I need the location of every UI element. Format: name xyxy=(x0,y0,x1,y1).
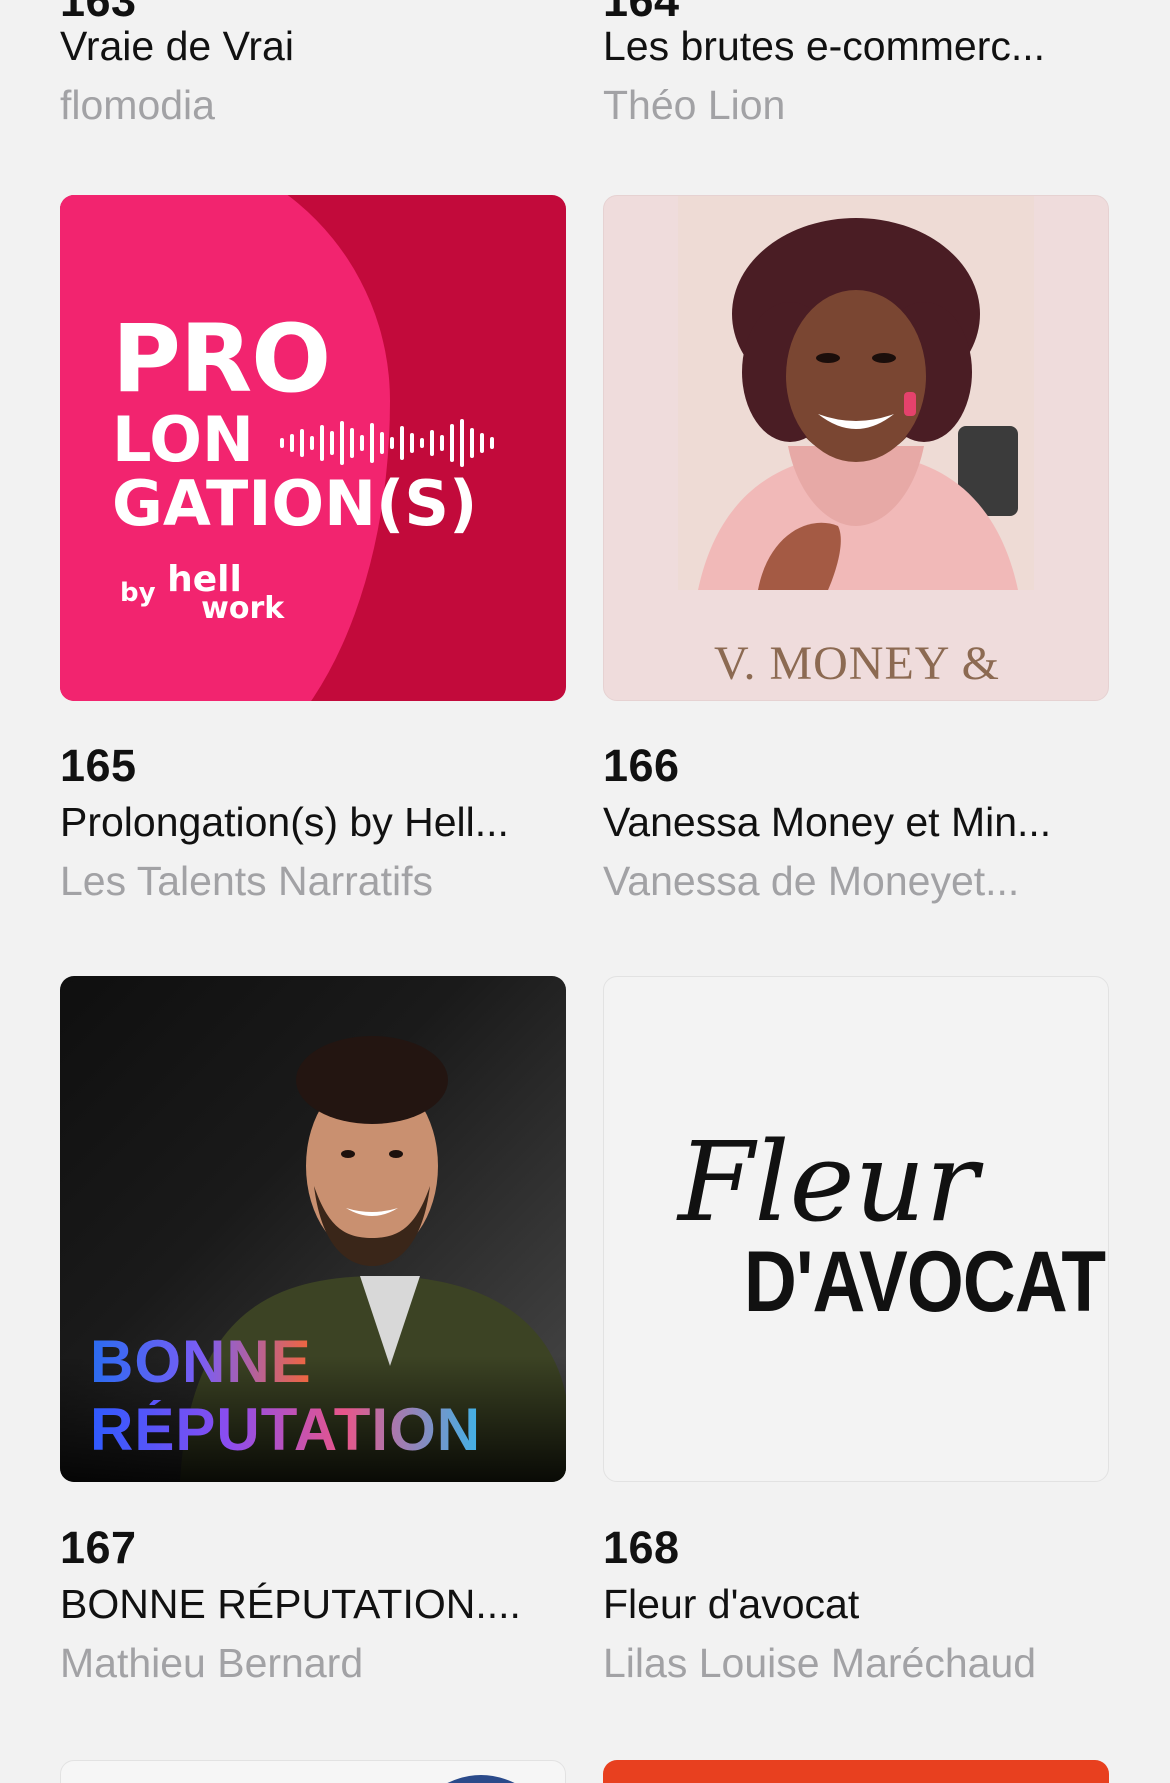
podcast-author: Théo Lion xyxy=(603,83,786,129)
podcast-author: Les Talents Narratifs xyxy=(60,859,433,905)
podcast-cover-next-left[interactable] xyxy=(60,1760,566,1783)
cover-brand: by hell work xyxy=(120,562,285,626)
chart-item-167[interactable]: 167 BONNE RÉPUTATION.... Mathieu Bernard xyxy=(60,1525,566,1686)
chart-item-168[interactable]: 168 Fleur d'avocat Lilas Louise Maréchau… xyxy=(603,1525,1109,1686)
soundwave-bar xyxy=(450,424,454,462)
soundwave-bar xyxy=(300,429,304,457)
cover-title-line: GATION(S) xyxy=(112,467,478,540)
soundwave-bar xyxy=(430,430,434,456)
cover-artwork-fragment xyxy=(447,1775,515,1783)
chart-rank: 168 xyxy=(603,1522,680,1573)
podcast-cover-next-right[interactable] xyxy=(603,1760,1109,1783)
soundwave-bar xyxy=(400,426,404,460)
cover-title-line: BONNE xyxy=(90,1328,312,1395)
soundwave-bar xyxy=(350,428,354,458)
brand-prefix: by xyxy=(120,578,156,609)
soundwave-bar xyxy=(370,423,374,463)
chart-rank: 164 xyxy=(603,0,680,26)
podcast-author: Mathieu Bernard xyxy=(60,1641,364,1687)
chart-rank: 166 xyxy=(603,740,680,791)
soundwave-bar xyxy=(490,437,494,449)
chart-item-166[interactable]: 166 Vanessa Money et Min... Vanessa de M… xyxy=(603,743,1109,904)
soundwave-bar xyxy=(460,419,464,467)
podcast-title: Vraie de Vrai xyxy=(60,24,294,69)
soundwave-bar xyxy=(290,434,294,452)
podcast-cover-fleur-davocat[interactable]: Fleur D'AVOCAT xyxy=(603,976,1109,1482)
podcast-title: BONNE RÉPUTATION.... xyxy=(60,1582,521,1627)
cover-title-line: PRO xyxy=(112,305,331,414)
cover-script-word: Fleur xyxy=(678,1118,979,1246)
chart-rank: 165 xyxy=(60,740,137,791)
chart-item-163-text[interactable]: Vraie de Vrai flomodia xyxy=(60,24,566,128)
soundwave-bar xyxy=(360,435,364,451)
podcast-cover-bonne-reputation[interactable]: BONNE RÉPUTATION xyxy=(60,976,566,1482)
soundwave-bar xyxy=(440,435,444,451)
podcast-author: flomodia xyxy=(60,83,215,129)
cover-title-line: LON xyxy=(112,403,254,476)
podcast-author: Lilas Louise Maréchaud xyxy=(603,1641,1037,1687)
podcast-author: Vanessa de Moneyet... xyxy=(603,859,1020,905)
brand-name-bottom: work xyxy=(201,590,285,626)
chart-rank: 167 xyxy=(60,1522,137,1573)
cover-caption: V. MONEY & xyxy=(713,637,1001,690)
host-photo xyxy=(678,196,1034,590)
soundwave-bar xyxy=(390,437,394,449)
soundwave-bar xyxy=(310,436,314,450)
soundwave-bar xyxy=(330,431,334,455)
soundwave-icon xyxy=(280,419,494,467)
chart-item-165[interactable]: 165 Prolongation(s) by Hell... Les Talen… xyxy=(60,743,566,904)
podcast-title: Les brutes e-commerc... xyxy=(603,24,1046,69)
soundwave-bars xyxy=(280,419,494,467)
podcast-cover-prolongations[interactable]: PRO LON GATION(S) by hell work xyxy=(60,195,566,701)
chart-rank: 163 xyxy=(60,0,137,26)
portrait-illustration xyxy=(678,196,1034,590)
chart-item-164[interactable]: 164 xyxy=(603,0,1109,23)
soundwave-bar xyxy=(470,428,474,458)
podcast-title: Vanessa Money et Min... xyxy=(603,800,1052,845)
soundwave-bar xyxy=(280,438,284,448)
soundwave-bar xyxy=(410,433,414,453)
podcast-title: Fleur d'avocat xyxy=(603,1582,860,1627)
soundwave-bar xyxy=(480,433,484,453)
podcast-cover-vanessa-money[interactable]: V. MONEY & xyxy=(603,195,1109,701)
soundwave-bar xyxy=(380,432,384,454)
podcast-title: Prolongation(s) by Hell... xyxy=(60,800,509,845)
soundwave-bar xyxy=(420,438,424,448)
cover-title-line: RÉPUTATION xyxy=(90,1396,482,1463)
soundwave-bar xyxy=(340,421,344,465)
chart-item-164-text[interactable]: Les brutes e-commerc... Théo Lion xyxy=(603,24,1109,128)
podcast-chart-grid: 163 Vraie de Vrai flomodia 164 Les brute… xyxy=(0,0,1170,1783)
cover-title-word: D'AVOCAT xyxy=(744,1234,1106,1330)
soundwave-bar xyxy=(320,425,324,461)
chart-item-163[interactable]: 163 xyxy=(60,0,566,23)
